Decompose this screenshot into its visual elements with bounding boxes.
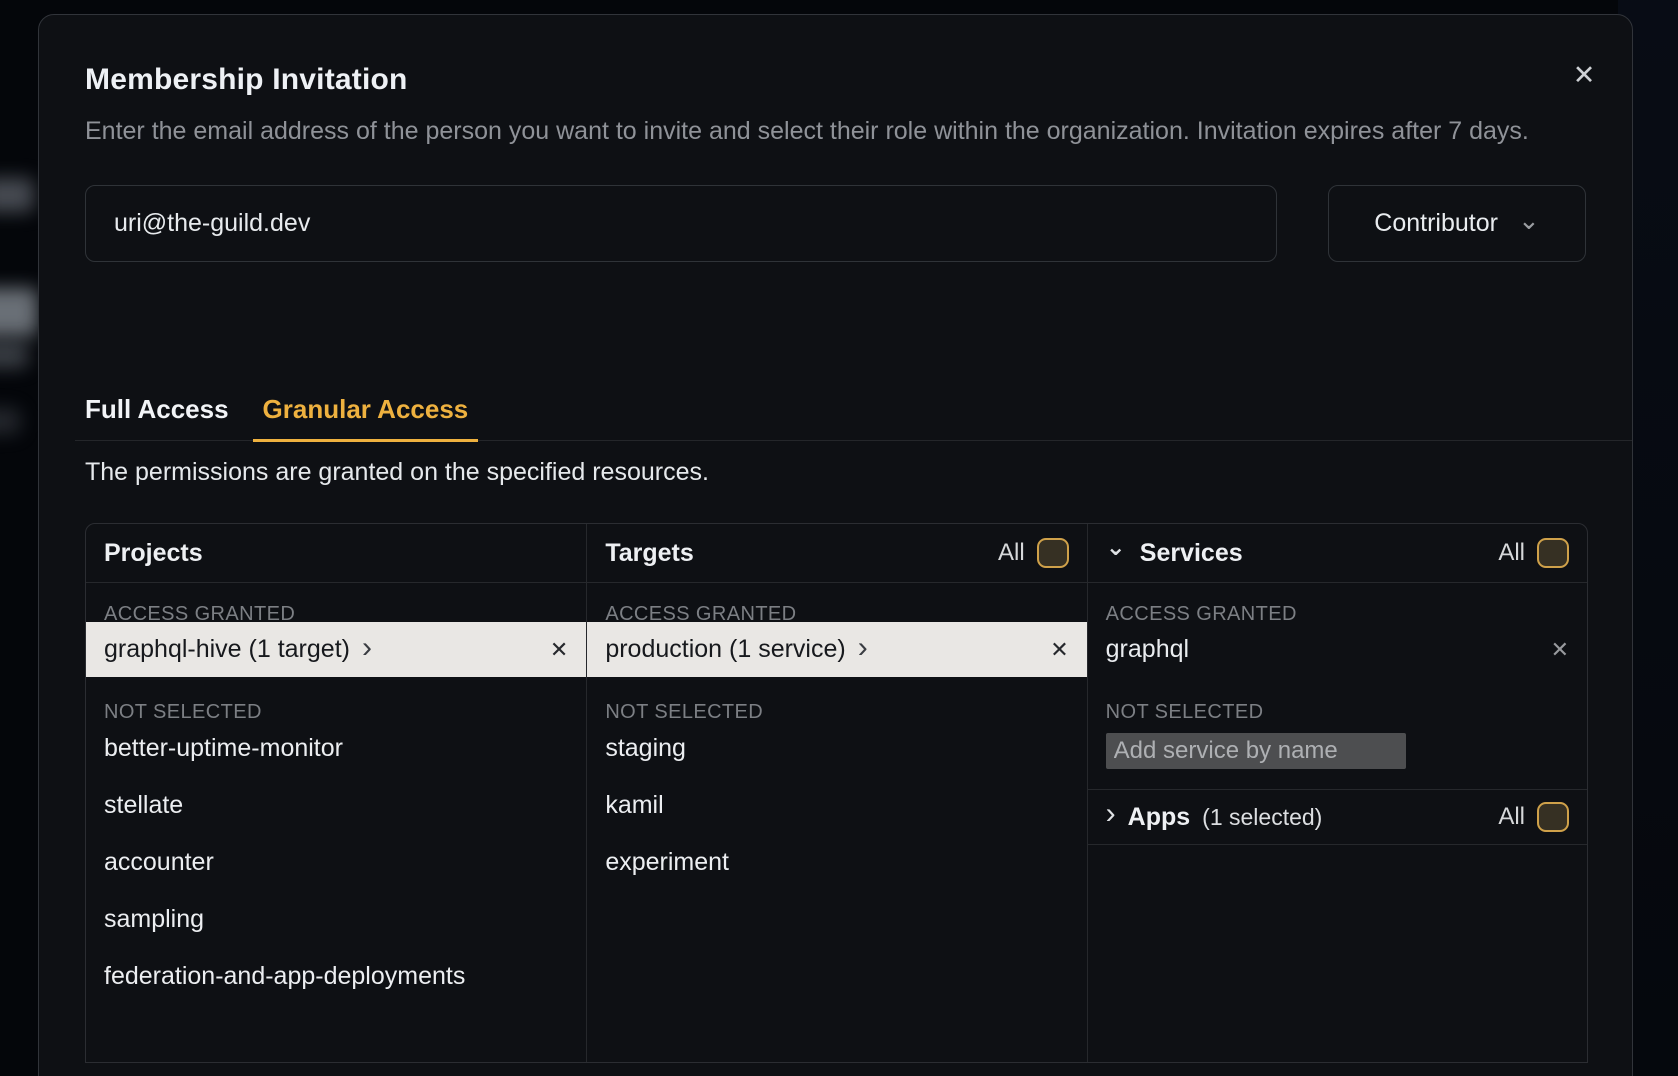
- targets-not-selected-list: staging kamil experiment: [587, 720, 1086, 891]
- targets-all-group: All: [998, 538, 1069, 568]
- granted-target-row[interactable]: production (1 service) › ✕: [587, 622, 1086, 677]
- close-icon: ✕: [1573, 60, 1596, 90]
- granted-service-name: graphql: [1106, 635, 1189, 664]
- chevron-right-icon: ›: [858, 633, 868, 663]
- not-selected-label: NOT SELECTED: [1088, 677, 1587, 720]
- services-column-header[interactable]: ⌄ Services All: [1088, 524, 1587, 583]
- services-header-label: Services: [1140, 539, 1243, 568]
- dialog-title: Membership Invitation: [85, 62, 1586, 98]
- remove-icon: ✕: [1551, 637, 1569, 662]
- project-list-item[interactable]: sampling: [86, 891, 586, 948]
- projects-not-selected-list: better-uptime-monitor stellate accounter…: [86, 720, 586, 1005]
- email-input[interactable]: [85, 185, 1277, 262]
- chevron-down-icon: ⌄: [1518, 207, 1540, 233]
- services-all-group: All: [1498, 538, 1569, 568]
- projects-column-header: Projects: [86, 524, 586, 583]
- backdrop-content-blur: [0, 342, 28, 368]
- remove-target-button[interactable]: ✕: [1050, 639, 1068, 661]
- backdrop-content-blur: [0, 288, 38, 336]
- chevron-right-icon: ›: [362, 633, 372, 663]
- remove-service-button[interactable]: ✕: [1551, 639, 1569, 661]
- backdrop-content-blur: [0, 408, 20, 434]
- targets-all-checkbox[interactable]: [1037, 538, 1069, 568]
- not-selected-label: NOT SELECTED: [86, 677, 586, 720]
- targets-header-label: Targets: [605, 539, 693, 568]
- remove-project-button[interactable]: ✕: [550, 639, 568, 661]
- apps-label: Apps: [1128, 803, 1191, 832]
- tab-granular-access[interactable]: Granular Access: [253, 396, 479, 442]
- granted-project-name: graphql-hive (1 target): [104, 635, 350, 664]
- project-list-item[interactable]: federation-and-app-deployments: [86, 948, 586, 1005]
- access-granted-label: ACCESS GRANTED: [587, 583, 1086, 622]
- services-all-checkbox[interactable]: [1537, 538, 1569, 568]
- apps-selected-count: (1 selected): [1202, 804, 1322, 831]
- projects-column: Projects ACCESS GRANTED graphql-hive (1 …: [86, 524, 586, 1062]
- not-selected-label: NOT SELECTED: [587, 677, 1086, 720]
- remove-icon: ✕: [1050, 637, 1068, 662]
- chevron-down-icon: ⌄: [1106, 536, 1126, 560]
- targets-column: Targets All ACCESS GRANTED production (1…: [586, 524, 1086, 1062]
- project-list-item[interactable]: stellate: [86, 777, 586, 834]
- role-select[interactable]: Contributor ⌄: [1328, 185, 1586, 262]
- targets-all-label: All: [998, 539, 1025, 567]
- granted-target-name: production (1 service): [605, 635, 845, 664]
- projects-header-label: Projects: [104, 539, 203, 568]
- chevron-right-icon: ›: [1106, 799, 1116, 829]
- access-tabs: Full Access Granular Access: [75, 396, 1632, 441]
- role-select-value: Contributor: [1374, 209, 1498, 238]
- access-granted-label: ACCESS GRANTED: [1088, 583, 1587, 622]
- permissions-table: Projects ACCESS GRANTED graphql-hive (1 …: [85, 523, 1588, 1063]
- apps-all-label: All: [1498, 803, 1525, 831]
- remove-icon: ✕: [550, 637, 568, 662]
- apps-all-group: All: [1498, 802, 1569, 832]
- granted-project-row[interactable]: graphql-hive (1 target) › ✕: [86, 622, 586, 677]
- target-list-item[interactable]: experiment: [587, 834, 1086, 891]
- target-list-item[interactable]: kamil: [587, 777, 1086, 834]
- project-list-item[interactable]: accounter: [86, 834, 586, 891]
- tab-full-access[interactable]: Full Access: [75, 396, 239, 442]
- access-granted-label: ACCESS GRANTED: [86, 583, 586, 622]
- add-service-wrap: [1088, 720, 1587, 789]
- membership-invitation-dialog: ✕ Membership Invitation Enter the email …: [38, 14, 1633, 1076]
- backdrop-content-blur: [0, 178, 34, 212]
- add-service-input[interactable]: [1106, 733, 1406, 769]
- invite-form-row: Contributor ⌄: [85, 185, 1586, 262]
- project-list-item[interactable]: better-uptime-monitor: [86, 720, 586, 777]
- apps-all-checkbox[interactable]: [1537, 802, 1569, 832]
- targets-column-header: Targets All: [587, 524, 1086, 583]
- target-list-item[interactable]: staging: [587, 720, 1086, 777]
- close-button[interactable]: ✕: [1566, 57, 1602, 93]
- permissions-note: The permissions are granted on the speci…: [85, 457, 1586, 487]
- dialog-description: Enter the email address of the person yo…: [85, 112, 1586, 151]
- apps-row[interactable]: › Apps (1 selected) All: [1088, 789, 1587, 845]
- services-column: ⌄ Services All ACCESS GRANTED graphql ✕ …: [1087, 524, 1587, 1062]
- services-all-label: All: [1498, 539, 1525, 567]
- granted-service-row[interactable]: graphql ✕: [1088, 622, 1587, 677]
